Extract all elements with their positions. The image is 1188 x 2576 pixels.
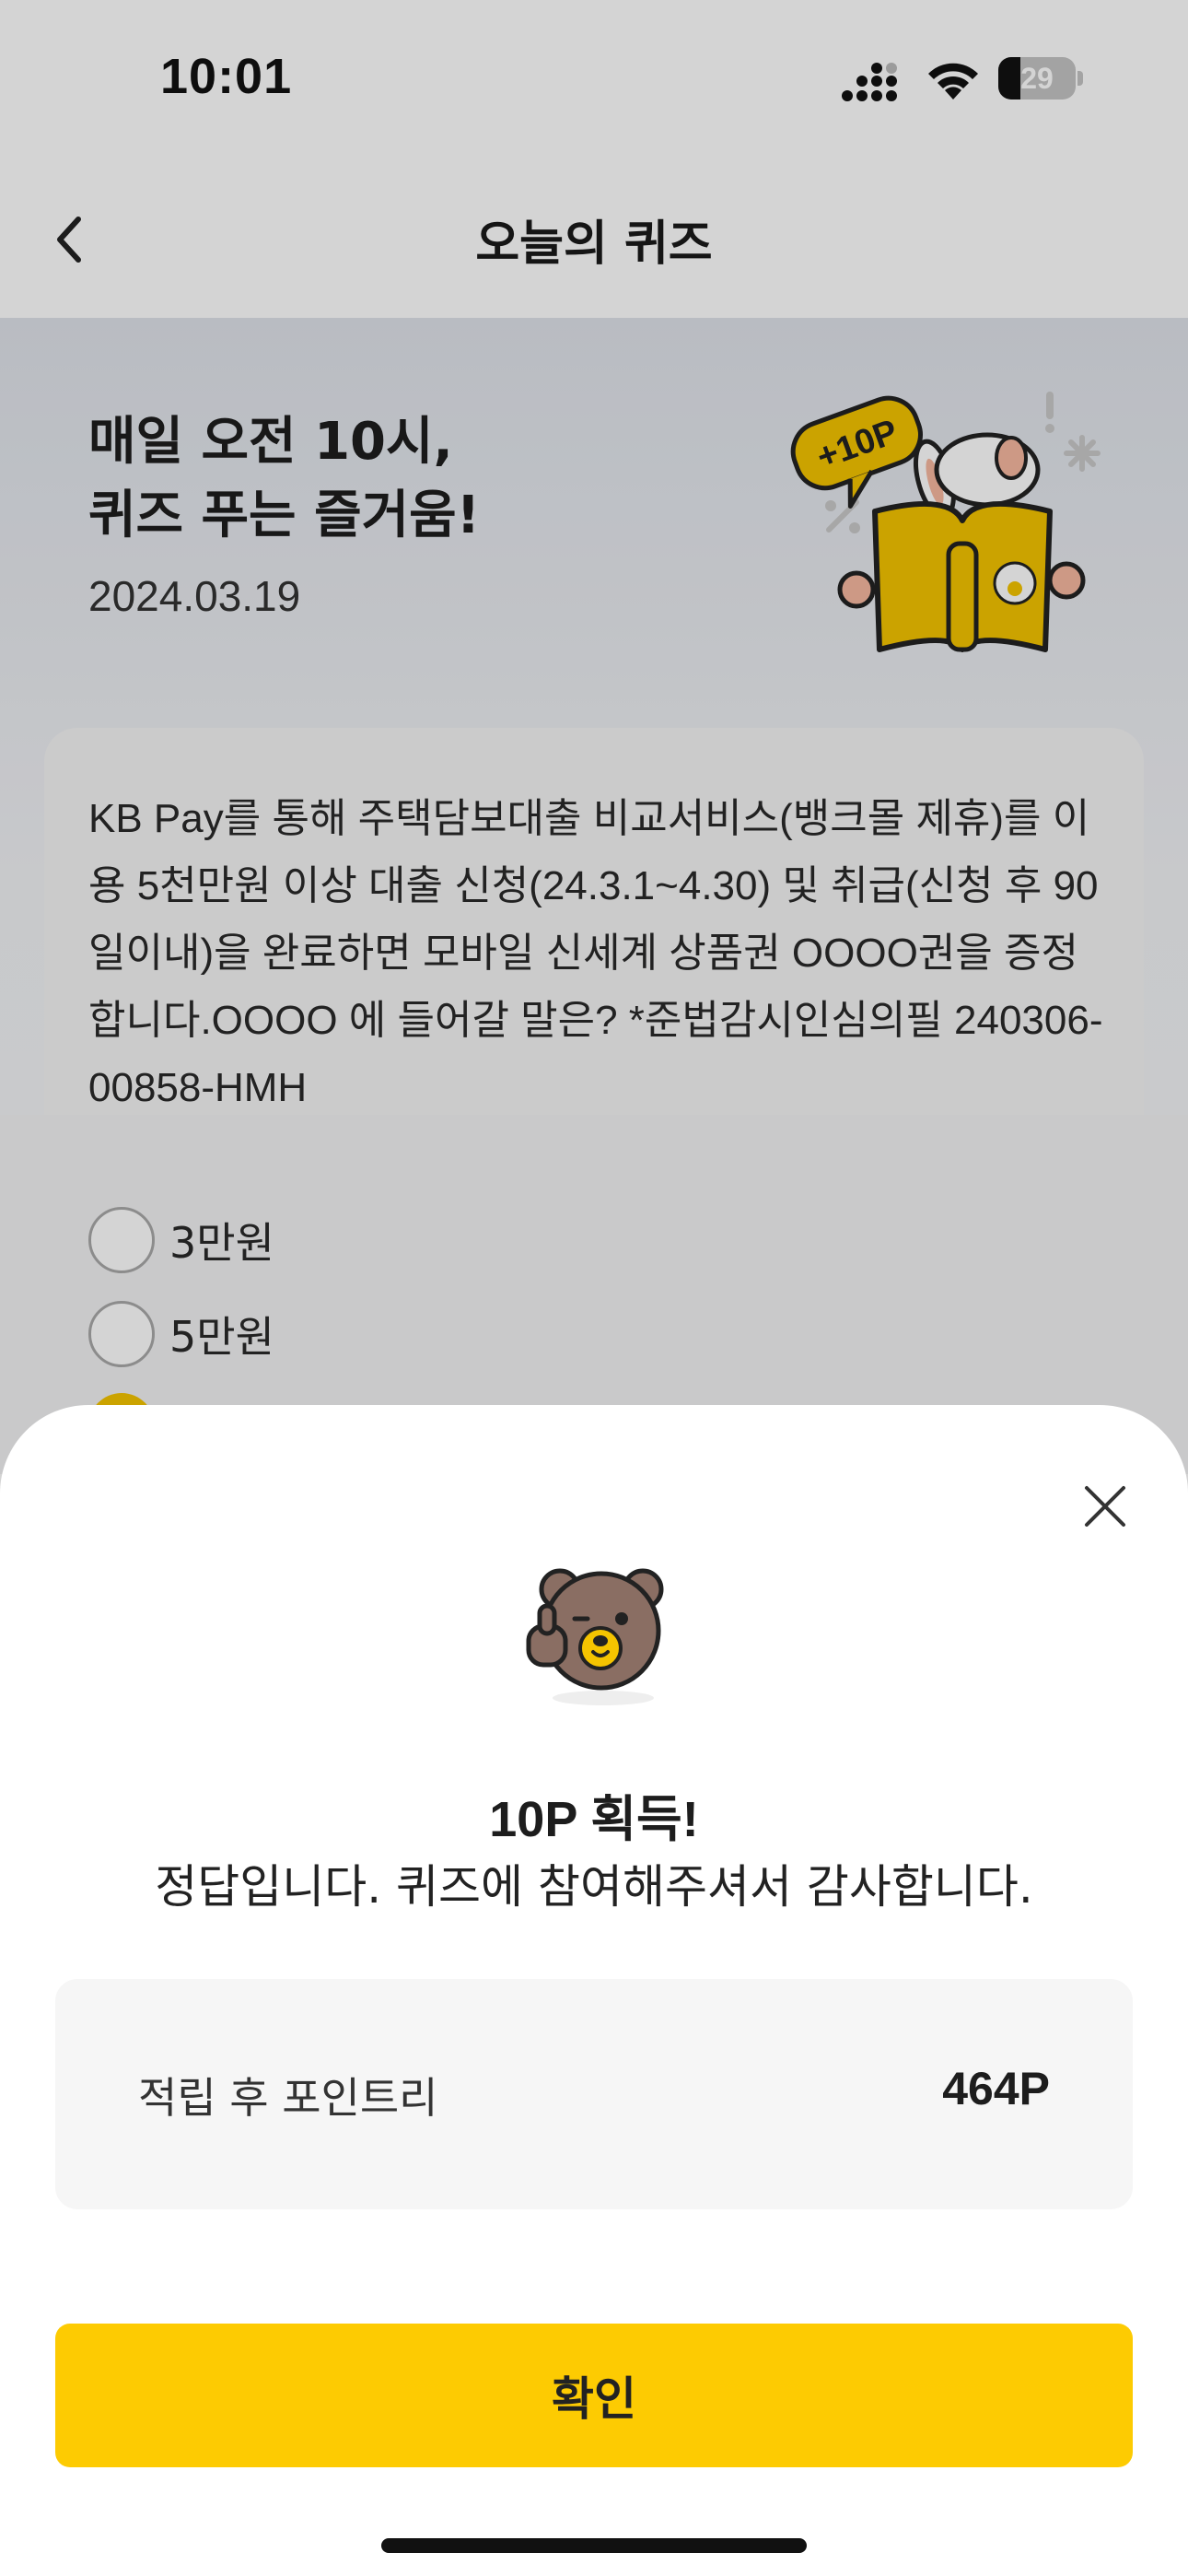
points-label: 적립 후 포인트리	[138, 2073, 438, 2123]
points-summary-box: 적립 후 포인트리 464P	[55, 1979, 1133, 2209]
close-icon[interactable]	[1076, 1477, 1135, 1536]
points-value: 464P	[942, 2063, 1050, 2114]
confirm-button[interactable]: 확인	[55, 2324, 1133, 2467]
result-bottom-sheet: 10P 획득! 정답입니다. 퀴즈에 참여해주셔서 감사합니다. 적립 후 포인…	[0, 1405, 1188, 2576]
reward-message: 정답입니다. 퀴즈에 참여해주셔서 감사합니다.	[155, 1860, 1033, 1914]
bear-thumbs-up-illustration	[526, 1568, 664, 1705]
home-indicator[interactable]	[381, 2538, 807, 2553]
reward-title: 10P 획득!	[489, 1792, 699, 1847]
